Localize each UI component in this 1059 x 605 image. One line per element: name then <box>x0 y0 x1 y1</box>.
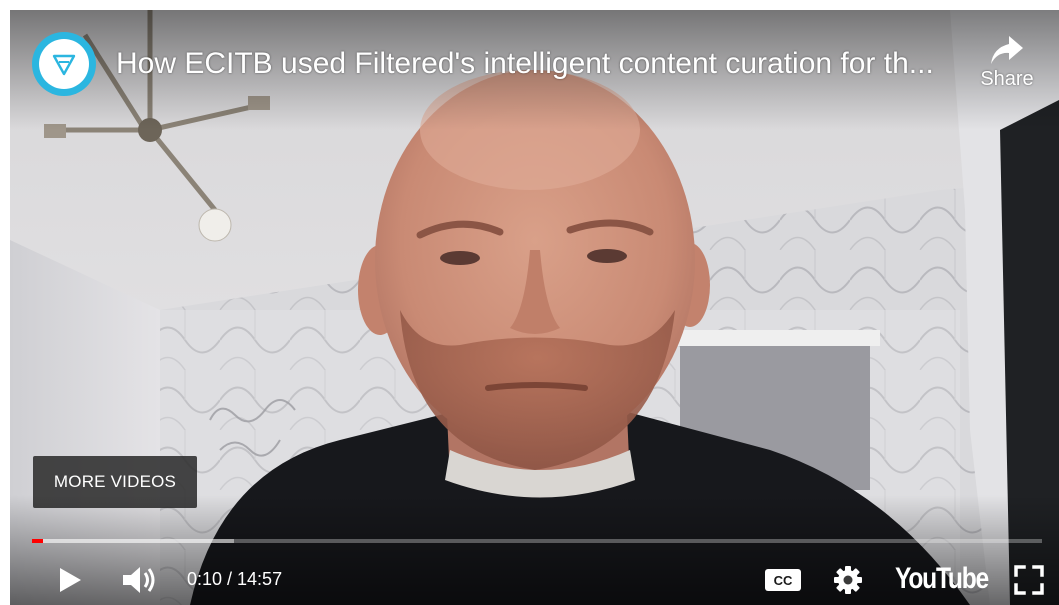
fullscreen-button[interactable] <box>1013 564 1045 596</box>
filtered-triangle-logo-icon <box>52 54 76 76</box>
play-icon <box>60 568 81 592</box>
gear-icon <box>834 566 862 594</box>
share-button[interactable]: Share <box>972 34 1042 114</box>
cc-label: CC <box>774 573 793 588</box>
video-player[interactable]: How ECITB used Filtered's intelligent co… <box>10 10 1059 605</box>
time-display: 0:10 / 14:57 <box>187 569 283 589</box>
volume-button[interactable] <box>120 563 160 597</box>
volume-icon <box>123 567 155 593</box>
youtube-logo[interactable]: YouTube <box>895 560 989 598</box>
play-button[interactable] <box>54 565 84 595</box>
progress-bar[interactable] <box>32 539 1042 543</box>
share-arrow-icon <box>991 36 1023 64</box>
video-title[interactable]: How ECITB used Filtered's intelligent co… <box>116 46 956 82</box>
progress-buffered <box>32 539 234 543</box>
cc-icon: CC <box>765 569 801 591</box>
progress-played <box>32 539 44 543</box>
settings-button[interactable] <box>832 564 864 596</box>
fullscreen-icon <box>1014 565 1044 595</box>
control-bar: 0:10 / 14:57 CC YouTube <box>10 555 1059 603</box>
share-label: Share <box>980 68 1034 90</box>
channel-avatar-inner <box>39 39 89 89</box>
subtitles-button[interactable]: CC <box>764 568 802 592</box>
channel-avatar[interactable] <box>32 32 96 96</box>
